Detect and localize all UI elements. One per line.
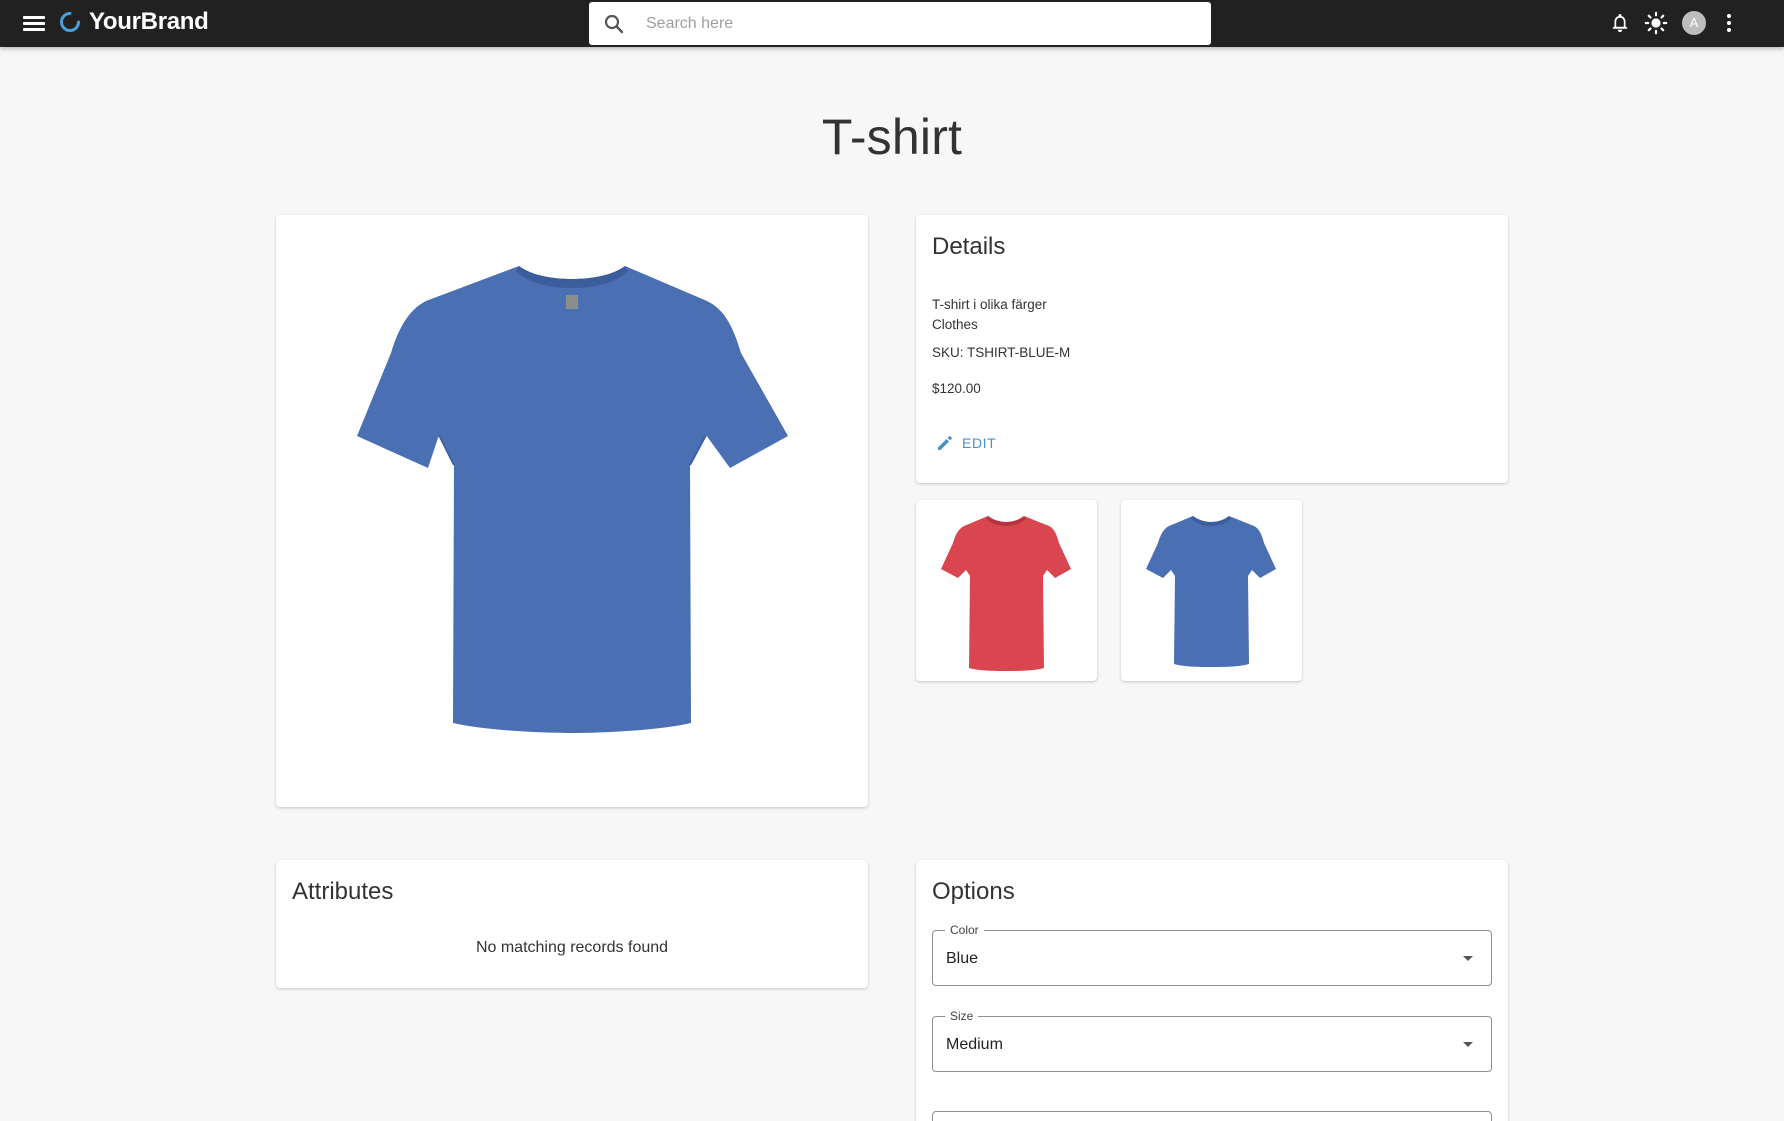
details-card: Details T-shirt i olika färger Clothes S… <box>916 215 1508 483</box>
tshirt-blue-image <box>1146 516 1276 667</box>
theme-toggle-sun-icon[interactable] <box>1644 11 1668 35</box>
empty-records-message: No matching records found <box>475 939 669 956</box>
color-select[interactable]: Color Blue <box>932 923 1492 986</box>
details-title: Details <box>932 233 1006 260</box>
size-select[interactable]: Size Medium <box>932 1009 1492 1072</box>
edit-button[interactable]: EDIT <box>932 427 1002 459</box>
dropdown-arrow-icon <box>1463 1042 1473 1047</box>
size-select-value: Medium <box>946 1036 1003 1053</box>
color-select-value: Blue <box>946 950 979 967</box>
attributes-card: Attributes No matching records found <box>276 860 868 988</box>
attributes-title: Attributes <box>292 878 394 905</box>
options-title: Options <box>932 878 1015 905</box>
options-card: Options Color Blue Size Medium <box>916 860 1508 1121</box>
color-select-label: Color <box>945 923 984 937</box>
product-category: Clothes <box>932 317 978 332</box>
thumbnail-red-tshirt[interactable] <box>916 500 1097 681</box>
tshirt-main-image <box>357 266 788 733</box>
product-price: $120.00 <box>932 381 981 396</box>
user-avatar[interactable]: A <box>1682 11 1706 35</box>
tshirt-red-image <box>941 516 1071 671</box>
top-app-bar: YourBrand A <box>0 0 1784 47</box>
page-title: T-shirt <box>821 109 963 165</box>
thumbnail-blue-tshirt[interactable] <box>1121 500 1302 681</box>
search-bar <box>589 2 1211 45</box>
product-description: T-shirt i olika färger <box>932 297 1047 312</box>
dropdown-arrow-icon <box>1463 956 1473 961</box>
pencil-icon <box>938 436 952 450</box>
search-icon <box>604 14 624 34</box>
menu-icon[interactable] <box>22 13 46 33</box>
search-input[interactable] <box>646 2 1196 45</box>
brand-logo-icon <box>60 12 80 32</box>
edit-button-label: EDIT <box>962 435 997 451</box>
notifications-bell-icon[interactable] <box>1608 11 1632 35</box>
size-select-label: Size <box>945 1009 979 1023</box>
more-vertical-icon[interactable] <box>1717 11 1741 35</box>
additional-select[interactable] <box>932 1111 1492 1121</box>
main-product-image-card <box>276 215 868 807</box>
product-sku: SKU: TSHIRT-BLUE-M <box>932 345 1071 360</box>
brand-name[interactable]: YourBrand <box>89 8 209 36</box>
